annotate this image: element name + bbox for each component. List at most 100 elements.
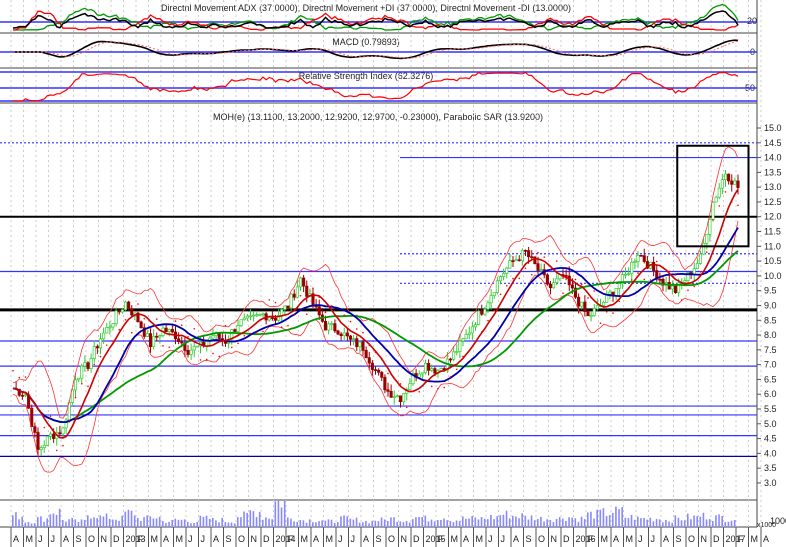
volume-bar: [468, 518, 470, 527]
x-tick-label: N: [401, 534, 408, 544]
sar-dot: [543, 256, 546, 258]
candle-body: [267, 317, 271, 321]
candle-body: [736, 180, 740, 188]
volume-bar: [46, 518, 48, 527]
candle-body: [358, 341, 362, 348]
sar-dot: [74, 396, 77, 399]
volume-bar: [118, 520, 120, 527]
candle-body: [380, 371, 384, 378]
volume-bar: [524, 515, 527, 527]
volume-bar: [262, 519, 264, 527]
candle-body: [464, 334, 468, 340]
candle-body: [592, 308, 596, 316]
volume-bar: [202, 516, 205, 527]
volume-bar: [18, 519, 20, 527]
candle-body: [408, 383, 412, 390]
volume-bar: [237, 517, 239, 527]
sar-dot: [705, 251, 708, 253]
candle-body: [323, 320, 328, 331]
candle-body: [98, 338, 103, 349]
y-tick-label: 10.0: [764, 271, 782, 281]
volume-bar: [302, 520, 305, 527]
x-tick-label: M: [26, 534, 34, 544]
candle-body: [702, 243, 706, 255]
candle-body: [614, 287, 618, 296]
y-tick-label: 11.0: [764, 241, 781, 251]
ma-mid-line: [12, 227, 739, 424]
sar-dot: [699, 271, 702, 273]
candle-body: [708, 219, 712, 235]
volume-bar: [43, 521, 45, 527]
sar-dot: [530, 273, 533, 276]
volume-bar: [680, 520, 683, 527]
candle-body: [89, 358, 93, 369]
candle-body: [548, 283, 553, 289]
candle-body: [327, 323, 331, 331]
y-tick-label: 9.0: [764, 300, 777, 310]
volume-bar: [724, 521, 727, 527]
volume-bar: [174, 518, 177, 527]
volume-bar: [318, 521, 320, 527]
candle-body: [670, 285, 674, 290]
sar-dot: [230, 346, 233, 349]
volume-bar: [530, 515, 533, 527]
volume-bar: [621, 507, 623, 527]
sar-dot: [187, 335, 189, 338]
volume-bar: [533, 520, 536, 527]
volume-bar: [730, 520, 733, 527]
candle-body: [492, 292, 496, 297]
candle-body: [339, 333, 343, 337]
candle-body: [23, 394, 28, 397]
volume-bar: [652, 521, 655, 527]
volume-bar: [287, 517, 289, 527]
volume-bar: [368, 523, 370, 527]
volume-bar: [708, 519, 711, 527]
candle-body: [402, 393, 406, 403]
volume-bar: [615, 506, 617, 527]
sar-dot: [343, 314, 346, 316]
volume-bar: [555, 518, 558, 527]
volume-bar: [421, 516, 423, 527]
volume-bar: [180, 519, 183, 527]
x-tick-label: J: [351, 534, 356, 544]
sar-dot: [630, 279, 633, 281]
volume-bar: [596, 509, 598, 527]
sar-dot: [487, 319, 489, 322]
sar-dot: [455, 368, 458, 371]
sar-dot: [130, 331, 133, 334]
candle-body: [361, 341, 365, 351]
x-tick-label: A: [613, 534, 619, 544]
volume-bar: [90, 518, 92, 527]
volume-bar: [430, 519, 433, 527]
candle-body: [345, 332, 349, 337]
x-tick-label: S: [376, 534, 382, 544]
candle-body: [386, 389, 390, 392]
x-tick-label: A: [763, 534, 769, 544]
sar-dot: [355, 328, 358, 330]
sar-dot: [693, 285, 696, 288]
candle-body: [652, 261, 656, 271]
x-tick-label: A: [63, 534, 69, 544]
candle-body: [273, 317, 278, 321]
volume-bar: [693, 515, 695, 527]
volume-bar: [208, 518, 211, 527]
volume-bar: [718, 514, 720, 527]
candle-body: [239, 319, 243, 326]
volume-bar: [568, 517, 570, 527]
sar-dot: [393, 377, 396, 380]
volume-bar: [165, 523, 167, 527]
candle-body: [205, 341, 209, 347]
volume-bar: [690, 519, 692, 527]
sar-dot: [137, 303, 139, 305]
volume-bar: [21, 516, 23, 527]
volume-bar: [171, 519, 173, 527]
sar-dot: [280, 326, 283, 329]
candle-body: [120, 309, 124, 313]
y-tick-label: 3.0: [764, 478, 777, 488]
volume-bar: [230, 522, 233, 527]
volume-bar: [452, 522, 455, 527]
volume-bar: [218, 522, 220, 527]
volume-bar: [408, 522, 411, 527]
candle-body: [111, 323, 115, 328]
volume-bar: [12, 515, 14, 527]
